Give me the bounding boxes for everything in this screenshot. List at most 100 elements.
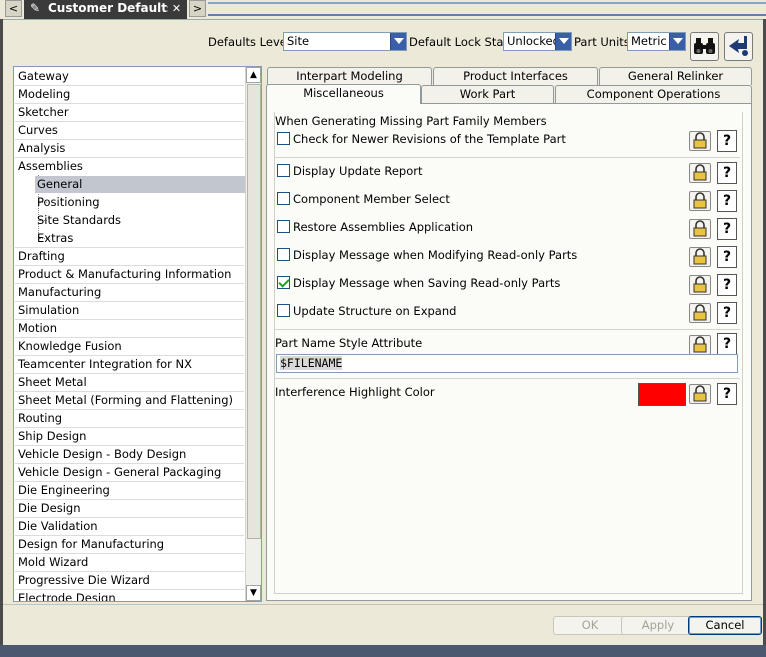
list-item[interactable]: Ship Design: [18, 428, 86, 445]
list-item[interactable]: Curves: [18, 122, 58, 139]
tab-work-part[interactable]: Work Part: [421, 85, 554, 103]
window-title: Customer Defaults: [48, 1, 175, 15]
help-icon[interactable]: ?: [717, 333, 737, 355]
tab-general-relinker[interactable]: General Relinker: [599, 67, 752, 85]
lock-button[interactable]: [689, 303, 711, 323]
lock-button[interactable]: [689, 163, 711, 183]
help-icon[interactable]: ?: [717, 246, 737, 268]
scroll-thumb[interactable]: [247, 84, 261, 539]
lock-button[interactable]: [689, 131, 711, 151]
list-item[interactable]: Sketcher: [18, 104, 69, 121]
list-item[interactable]: Teamcenter Integration for NX: [18, 356, 192, 373]
lock-icon: [693, 276, 707, 293]
tab-miscellaneous[interactable]: Miscellaneous: [266, 84, 421, 104]
list-item[interactable]: Electrode Design: [18, 590, 116, 601]
chevron-down-icon[interactable]: [390, 33, 406, 50]
list-item[interactable]: Die Validation: [18, 518, 98, 535]
close-icon[interactable]: ✕: [168, 0, 185, 17]
list-item[interactable]: Routing: [18, 410, 62, 427]
back-arrow-icon[interactable]: <: [5, 0, 22, 17]
lock-icon: [693, 304, 707, 321]
list-item[interactable]: Design for Manufacturing: [18, 536, 164, 553]
help-icon[interactable]: ?: [717, 218, 737, 240]
list-item[interactable]: Die Design: [18, 500, 81, 517]
checkbox-label: Display Message when Saving Read-only Pa…: [293, 276, 561, 290]
help-icon[interactable]: ?: [717, 190, 737, 212]
apply-button[interactable]: Apply: [621, 616, 695, 635]
checkbox-display-update-report[interactable]: [277, 164, 290, 177]
list-item[interactable]: Drafting: [18, 248, 65, 265]
checkbox-message-modifying-readonly[interactable]: [277, 248, 290, 261]
list-item[interactable]: Sheet Metal: [18, 374, 87, 391]
list-item[interactable]: Gateway: [18, 68, 69, 85]
lock-icon: [693, 192, 707, 209]
help-icon[interactable]: ?: [717, 383, 737, 405]
scroll-down-icon[interactable]: ▼: [246, 585, 261, 601]
list-item[interactable]: Positioning: [37, 194, 100, 211]
help-pointer-button[interactable]: [724, 32, 753, 61]
chevron-down-icon[interactable]: [669, 33, 685, 50]
lock-button[interactable]: [689, 219, 711, 239]
lock-button[interactable]: [689, 247, 711, 267]
lock-button[interactable]: [689, 275, 711, 295]
lock-button[interactable]: [689, 335, 711, 355]
list-item[interactable]: Vehicle Design - General Packaging: [18, 464, 221, 481]
chevron-down-icon[interactable]: [555, 33, 571, 50]
tab-component-operations[interactable]: Component Operations: [555, 85, 752, 103]
list-item[interactable]: Knowledge Fusion: [18, 338, 122, 355]
vertical-scrollbar[interactable]: ▲ ▼: [245, 67, 261, 601]
list-item[interactable]: Simulation: [18, 302, 79, 319]
scroll-up-icon[interactable]: ▲: [246, 67, 261, 83]
list-item[interactable]: Site Standards: [37, 212, 121, 229]
checkbox-restore-assemblies[interactable]: [277, 220, 290, 233]
help-icon[interactable]: ?: [717, 162, 737, 184]
ok-button[interactable]: OK: [553, 616, 627, 635]
footer-divider: [3, 604, 763, 605]
help-arrow-icon: [729, 36, 748, 56]
default-lock-state-label: Default Lock State: [409, 35, 515, 49]
category-list[interactable]: Gateway Modeling Sketcher Curves Analysi…: [13, 66, 262, 602]
list-item[interactable]: Progressive Die Wizard: [18, 572, 150, 589]
part-units-select[interactable]: Metric: [627, 32, 686, 51]
list-item[interactable]: Mold Wizard: [18, 554, 88, 571]
window-frame-top: [3, 19, 763, 20]
list-item[interactable]: Die Engineering: [18, 482, 110, 499]
part-name-style-input[interactable]: $FILENAME: [276, 354, 738, 373]
interference-color-swatch[interactable]: [638, 383, 686, 406]
window-frame-left: [0, 19, 3, 653]
divider: [274, 157, 740, 158]
lock-button[interactable]: [689, 191, 711, 211]
window-tab[interactable]: ✎ Customer Defaults: [24, 0, 187, 19]
defaults-level-label: Defaults Level: [208, 35, 291, 49]
divider: [274, 329, 740, 330]
list-item[interactable]: Analysis: [18, 140, 65, 157]
list-item[interactable]: Product & Manufacturing Information: [18, 266, 231, 283]
checkbox-label: Display Message when Modifying Read-only…: [293, 248, 578, 262]
default-lock-state-select[interactable]: Unlocked: [503, 32, 572, 51]
checkbox-update-structure[interactable]: [277, 304, 290, 317]
checkbox-check-newer-revisions[interactable]: [277, 132, 290, 145]
list-item[interactable]: Motion: [18, 320, 57, 337]
tab-interpart-modeling[interactable]: Interpart Modeling: [267, 67, 432, 85]
find-binoculars-button[interactable]: [690, 32, 719, 61]
checkbox-component-member-select[interactable]: [277, 192, 290, 205]
cancel-button[interactable]: Cancel: [688, 616, 762, 635]
list-item-selected[interactable]: General: [35, 176, 245, 193]
help-icon[interactable]: ?: [717, 130, 737, 152]
lock-icon: [693, 385, 707, 402]
panel-inner-frame: [274, 112, 743, 594]
forward-arrow-icon[interactable]: >: [189, 0, 206, 17]
defaults-level-select[interactable]: Site: [283, 32, 407, 51]
list-item[interactable]: Assemblies: [18, 158, 83, 175]
lock-button[interactable]: [689, 384, 711, 404]
help-icon[interactable]: ?: [717, 274, 737, 296]
list-item[interactable]: Sheet Metal (Forming and Flattening): [18, 392, 233, 409]
list-item[interactable]: Extras: [37, 230, 73, 247]
help-icon[interactable]: ?: [717, 302, 737, 324]
checkbox-message-saving-readonly[interactable]: [277, 276, 290, 289]
list-item[interactable]: Modeling: [18, 86, 70, 103]
default-lock-state-value: Unlocked: [507, 34, 560, 48]
list-item[interactable]: Manufacturing: [18, 284, 101, 301]
list-item[interactable]: Vehicle Design - Body Design: [18, 446, 186, 463]
tab-product-interfaces[interactable]: Product Interfaces: [433, 67, 598, 85]
